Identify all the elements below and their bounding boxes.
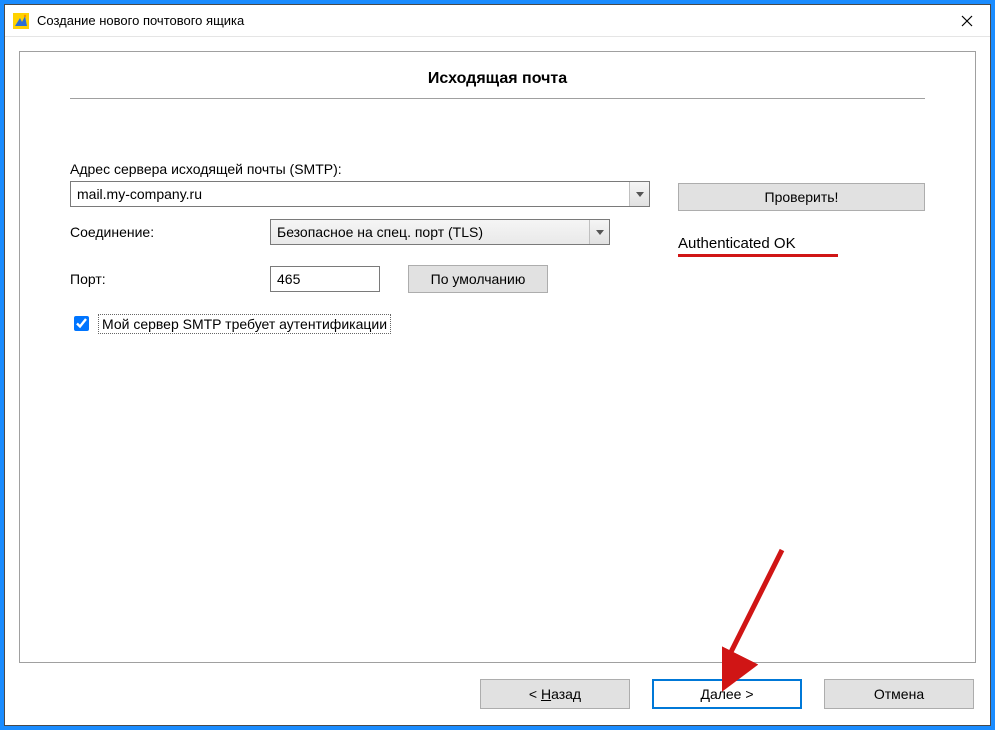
smtp-server-label: Адрес сервера исходящей почты (SMTP):: [70, 161, 650, 177]
connection-combo[interactable]: Безопасное на спец. порт (TLS): [270, 219, 610, 245]
page-title: Исходящая почта: [70, 70, 925, 99]
chevron-down-icon[interactable]: [629, 182, 649, 206]
cancel-button[interactable]: Отмена: [824, 679, 974, 709]
app-icon: [13, 13, 29, 29]
auth-required-checkbox[interactable]: [74, 316, 89, 331]
status-text: Authenticated OK: [678, 235, 925, 252]
content-area: Исходящая почта Адрес сервера исходящей …: [5, 37, 990, 725]
close-button[interactable]: [944, 5, 990, 37]
test-connection-button[interactable]: Проверить!: [678, 183, 925, 211]
auth-checkbox-row: Мой сервер SMTP требует аутентификации: [70, 313, 650, 334]
smtp-server-input[interactable]: [70, 181, 650, 207]
form-area: Адрес сервера исходящей почты (SMTP): Со…: [70, 161, 925, 334]
connection-select[interactable]: Безопасное на спец. порт (TLS): [270, 219, 610, 245]
form-left: Адрес сервера исходящей почты (SMTP): Со…: [70, 161, 650, 334]
titlebar: Создание нового почтового ящика: [5, 5, 990, 37]
port-input[interactable]: [270, 266, 380, 292]
chevron-down-icon[interactable]: [589, 220, 609, 244]
wizard-buttons: < Назад Далее > Отмена: [19, 663, 976, 711]
next-button[interactable]: Далее >: [652, 679, 802, 709]
close-icon: [961, 15, 973, 27]
default-port-button[interactable]: По умолчанию: [408, 265, 548, 293]
smtp-server-combo[interactable]: [70, 181, 650, 207]
dialog-window: Создание нового почтового ящика Исходяща…: [4, 4, 991, 726]
back-button[interactable]: < Назад: [480, 679, 630, 709]
port-label: Порт:: [70, 271, 270, 287]
window-title: Создание нового почтового ящика: [37, 13, 944, 28]
auth-required-label[interactable]: Мой сервер SMTP требует аутентификации: [98, 314, 391, 334]
form-right: Проверить! Authenticated OK: [678, 161, 925, 334]
annotation-underline: [678, 254, 838, 257]
connection-label: Соединение:: [70, 224, 270, 240]
wizard-panel: Исходящая почта Адрес сервера исходящей …: [19, 51, 976, 663]
